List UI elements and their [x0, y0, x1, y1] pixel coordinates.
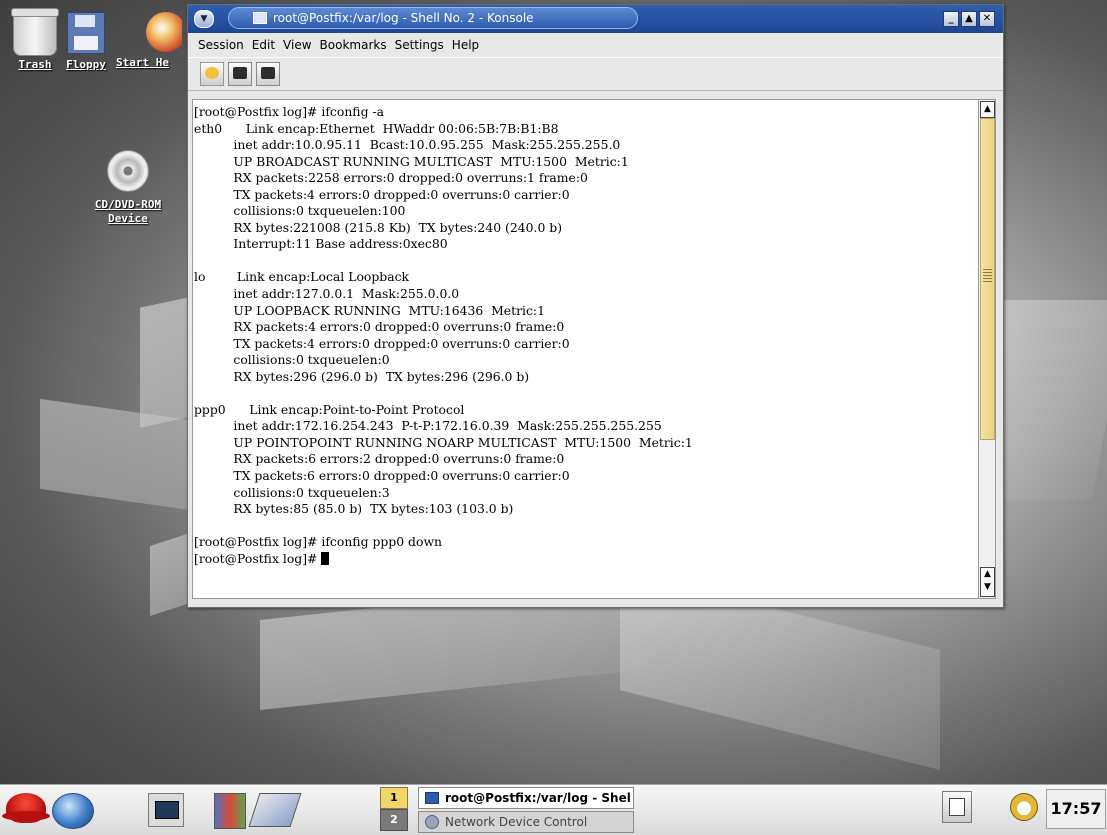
- desktop-icon-label: Device: [108, 212, 148, 225]
- toolbar: [188, 57, 1003, 91]
- task-label: Network Device Control: [445, 815, 588, 829]
- redhat-menu-icon[interactable]: [2, 793, 50, 823]
- clock[interactable]: 17:57: [1046, 789, 1106, 829]
- trash-icon: [11, 8, 59, 56]
- task-konsole[interactable]: root@Postfix:/var/log - Shel: [418, 787, 634, 809]
- close-button[interactable]: ✕: [979, 11, 995, 27]
- desktop-icon-cdrom[interactable]: CD/DVD-ROM Device: [78, 150, 178, 226]
- konsole-icon: [253, 12, 267, 24]
- office-icon[interactable]: [214, 793, 246, 829]
- terminal-icon: [261, 67, 275, 79]
- browser-globe-icon[interactable]: [52, 793, 94, 829]
- task-network-device-control[interactable]: Network Device Control: [418, 811, 634, 833]
- window-title: root@Postfix:/var/log - Shell No. 2 - Ko…: [228, 7, 638, 29]
- terminal-output[interactable]: [root@Postfix log]# ifconfig -a eth0 Lin…: [192, 99, 980, 599]
- menu-help[interactable]: Help: [450, 36, 481, 54]
- desktop-icon-label: Trash: [18, 58, 52, 71]
- notes-icon[interactable]: [942, 791, 972, 823]
- draw-icon[interactable]: [248, 793, 302, 827]
- konsole-icon: [425, 792, 439, 804]
- desktop-icon-start-here[interactable]: Start He: [116, 10, 182, 70]
- menu-bookmarks[interactable]: Bookmarks: [318, 36, 389, 54]
- pager-desktop-1[interactable]: 1: [380, 787, 408, 809]
- menu-settings[interactable]: Settings: [393, 36, 446, 54]
- maximize-button[interactable]: ▲: [961, 11, 977, 27]
- network-icon: [425, 815, 439, 829]
- start-here-icon: [146, 12, 182, 52]
- terminal-text: [root@Postfix log]# ifconfig -a eth0 Lin…: [194, 104, 693, 566]
- scroll-thumb[interactable]: [980, 118, 995, 440]
- scroll-down-button[interactable]: ▲ ▼: [980, 567, 995, 597]
- window-title-text: root@Postfix:/var/log - Shell No. 2 - Ko…: [273, 11, 534, 25]
- desktop-icon-trash[interactable]: Trash: [11, 8, 59, 72]
- pager-desktop-2[interactable]: 2: [380, 809, 408, 831]
- menu-view[interactable]: View: [281, 36, 313, 54]
- window-menu-button[interactable]: ▼: [194, 10, 214, 28]
- menu-edit[interactable]: Edit: [250, 36, 277, 54]
- new-session-icon: [205, 67, 219, 79]
- scroll-up-button[interactable]: ▲: [980, 101, 995, 118]
- session-button-2[interactable]: [256, 62, 280, 86]
- new-session-button[interactable]: [200, 62, 224, 86]
- desktop-icon-label: Start He: [116, 56, 169, 69]
- session-button-1[interactable]: [228, 62, 252, 86]
- floppy-icon: [67, 12, 105, 54]
- window-titlebar[interactable]: ▼ root@Postfix:/var/log - Shell No. 2 - …: [188, 5, 1003, 33]
- konsole-window: ▼ root@Postfix:/var/log - Shell No. 2 - …: [187, 4, 1004, 608]
- cdrom-icon: [107, 150, 149, 192]
- desktop-icon-floppy[interactable]: Floppy: [62, 10, 110, 72]
- notes-page: [949, 798, 965, 816]
- taskbar: 1 2 root@Postfix:/var/log - Shel Network…: [0, 784, 1107, 835]
- terminal-cursor: [321, 551, 330, 565]
- terminal-launcher-icon[interactable]: [148, 793, 184, 827]
- menu-session[interactable]: Session: [196, 36, 246, 54]
- terminal-icon: [233, 67, 247, 79]
- vertical-scrollbar[interactable]: ▲ ▲ ▼: [978, 99, 996, 599]
- alarm-clock-icon[interactable]: [1010, 793, 1038, 821]
- minimize-button[interactable]: _: [943, 11, 959, 27]
- scroll-grip: [983, 269, 992, 283]
- task-label: root@Postfix:/var/log - Shel: [445, 791, 631, 805]
- desktop-icon-label: Floppy: [66, 58, 106, 71]
- menubar: Session Edit View Bookmarks Settings Hel…: [188, 33, 1003, 57]
- desktop-icon-label: CD/DVD-ROM: [94, 198, 162, 211]
- task-list: root@Postfix:/var/log - Shel Network Dev…: [418, 787, 634, 833]
